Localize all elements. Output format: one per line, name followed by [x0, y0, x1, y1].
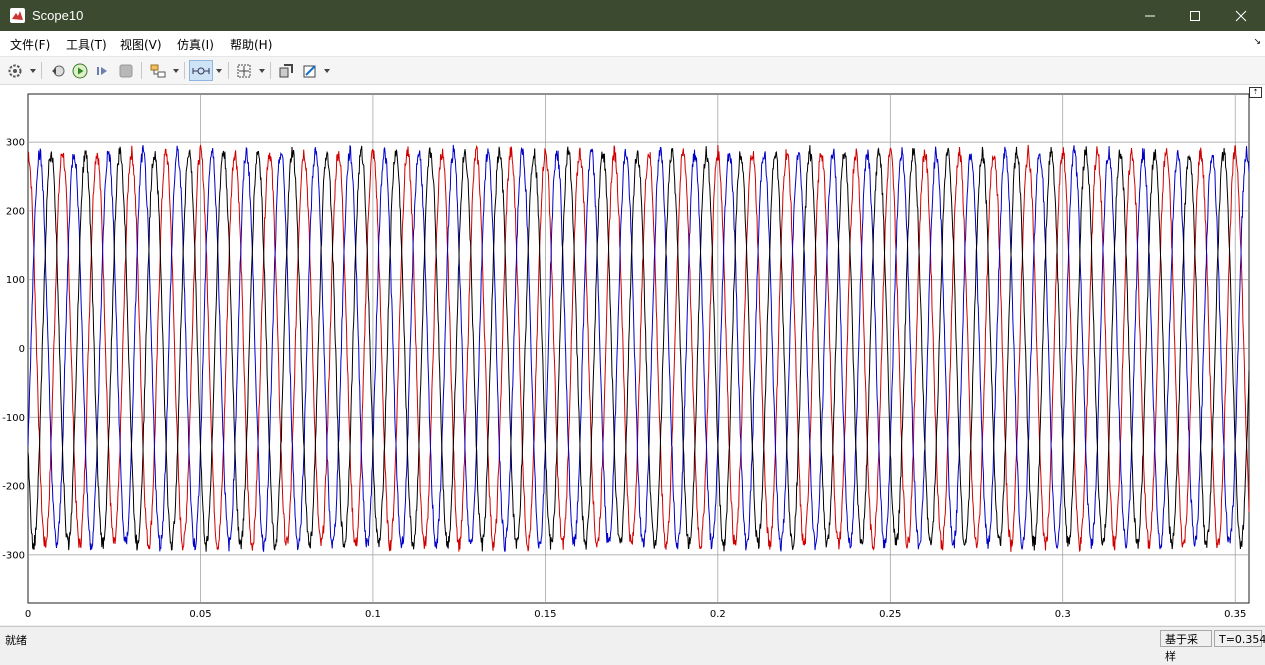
scope-plot: 300 200 100 0 -100 -200 -300 0 0.05 0.1 0.15 0.2 0.…: [2, 93, 1250, 620]
sample-mode-indicator: 基于采样: [1160, 630, 1212, 663]
scope-display[interactable]: ⇡ 300 200 100 0 -100 -200 -300 0 0.05 0.1 0.15 0.2…: [0, 85, 1265, 625]
zoom-dropdown-icon[interactable]: [216, 69, 222, 73]
menu-view[interactable]: 视图(V): [120, 36, 162, 53]
fit-to-view-button[interactable]: [234, 60, 254, 81]
minimize-icon: [1145, 15, 1155, 16]
stop-button[interactable]: [116, 60, 136, 81]
toolbar-separator: [141, 62, 142, 79]
stop-icon: [119, 64, 133, 77]
y-tick-label: 100: [6, 275, 25, 286]
settings-dropdown-icon[interactable]: [30, 69, 36, 73]
style-button[interactable]: [300, 60, 320, 81]
x-tick-label: 0.2: [710, 609, 726, 620]
y-tick-label: -300: [2, 550, 25, 561]
minimize-button[interactable]: [1127, 0, 1173, 31]
menu-help[interactable]: 帮助(H): [230, 36, 272, 53]
fit-dropdown-icon[interactable]: [259, 69, 265, 73]
run-icon: [72, 63, 88, 78]
y-tick-label: -200: [2, 482, 25, 493]
zoom-time-button[interactable]: [189, 60, 213, 81]
step-forward-icon: [97, 66, 107, 75]
status-bar: 就绪 基于采样 T=0.354: [0, 626, 1265, 663]
x-tick-label: 0.3: [1055, 609, 1071, 620]
style-dropdown-icon[interactable]: [324, 69, 330, 73]
toolbar: [0, 57, 1265, 85]
highlight-dropdown-icon[interactable]: [173, 69, 179, 73]
toolbar-separator: [41, 62, 42, 79]
y-tick-label: -100: [2, 413, 25, 424]
y-tick-label: 200: [6, 206, 25, 217]
toolbar-separator: [270, 62, 271, 79]
x-tick-label: 0.1: [365, 609, 381, 620]
style-icon: [303, 64, 316, 77]
close-button[interactable]: [1218, 0, 1264, 31]
menu-bar: 文件(F) 工具(T) 视图(V) 仿真(I) 帮助(H) ↘: [0, 31, 1265, 57]
maximize-button[interactable]: [1172, 0, 1218, 31]
menu-file[interactable]: 文件(F): [10, 36, 50, 53]
toolbar-separator: [184, 62, 185, 79]
toolbar-separator: [228, 62, 229, 79]
run-button[interactable]: [70, 60, 90, 81]
step-forward-button[interactable]: [92, 60, 112, 81]
time-indicator: T=0.354: [1214, 630, 1265, 647]
window-title: Scope10: [32, 8, 84, 23]
highlight-block-button[interactable]: [148, 60, 168, 81]
zoom-time-icon: [192, 67, 210, 74]
step-back-icon: [52, 65, 65, 76]
settings-button[interactable]: [5, 60, 25, 81]
settings-icon: [8, 64, 22, 77]
y-tick-labels: 300 200 100 0 -100 -200 -300: [2, 138, 25, 562]
step-back-button[interactable]: [48, 60, 68, 81]
title-bar: Scope10: [0, 0, 1265, 31]
menu-simulation[interactable]: 仿真(I): [177, 36, 214, 53]
fit-to-view-icon: [237, 64, 251, 77]
menu-tools[interactable]: 工具(T): [66, 36, 107, 53]
x-tick-label: 0: [25, 609, 31, 620]
highlight-icon: [150, 64, 166, 77]
restore-layout-button[interactable]: [276, 60, 296, 81]
x-tick-labels: 0 0.05 0.1 0.15 0.2 0.25 0.3 0.35: [25, 609, 1247, 620]
y-tick-label: 0: [19, 344, 25, 355]
x-tick-label: 0.25: [879, 609, 901, 620]
x-tick-label: 0.15: [534, 609, 556, 620]
x-tick-label: 0.05: [189, 609, 211, 620]
status-ready: 就绪: [5, 634, 27, 647]
matlab-logo-icon: [10, 8, 25, 23]
y-tick-label: 300: [6, 138, 25, 149]
restore-layout-icon: [279, 63, 293, 77]
close-icon: [1235, 10, 1247, 21]
menu-expand-icon[interactable]: ↘: [1253, 37, 1261, 47]
x-tick-label: 0.35: [1224, 609, 1246, 620]
maximize-icon: [1190, 10, 1200, 21]
